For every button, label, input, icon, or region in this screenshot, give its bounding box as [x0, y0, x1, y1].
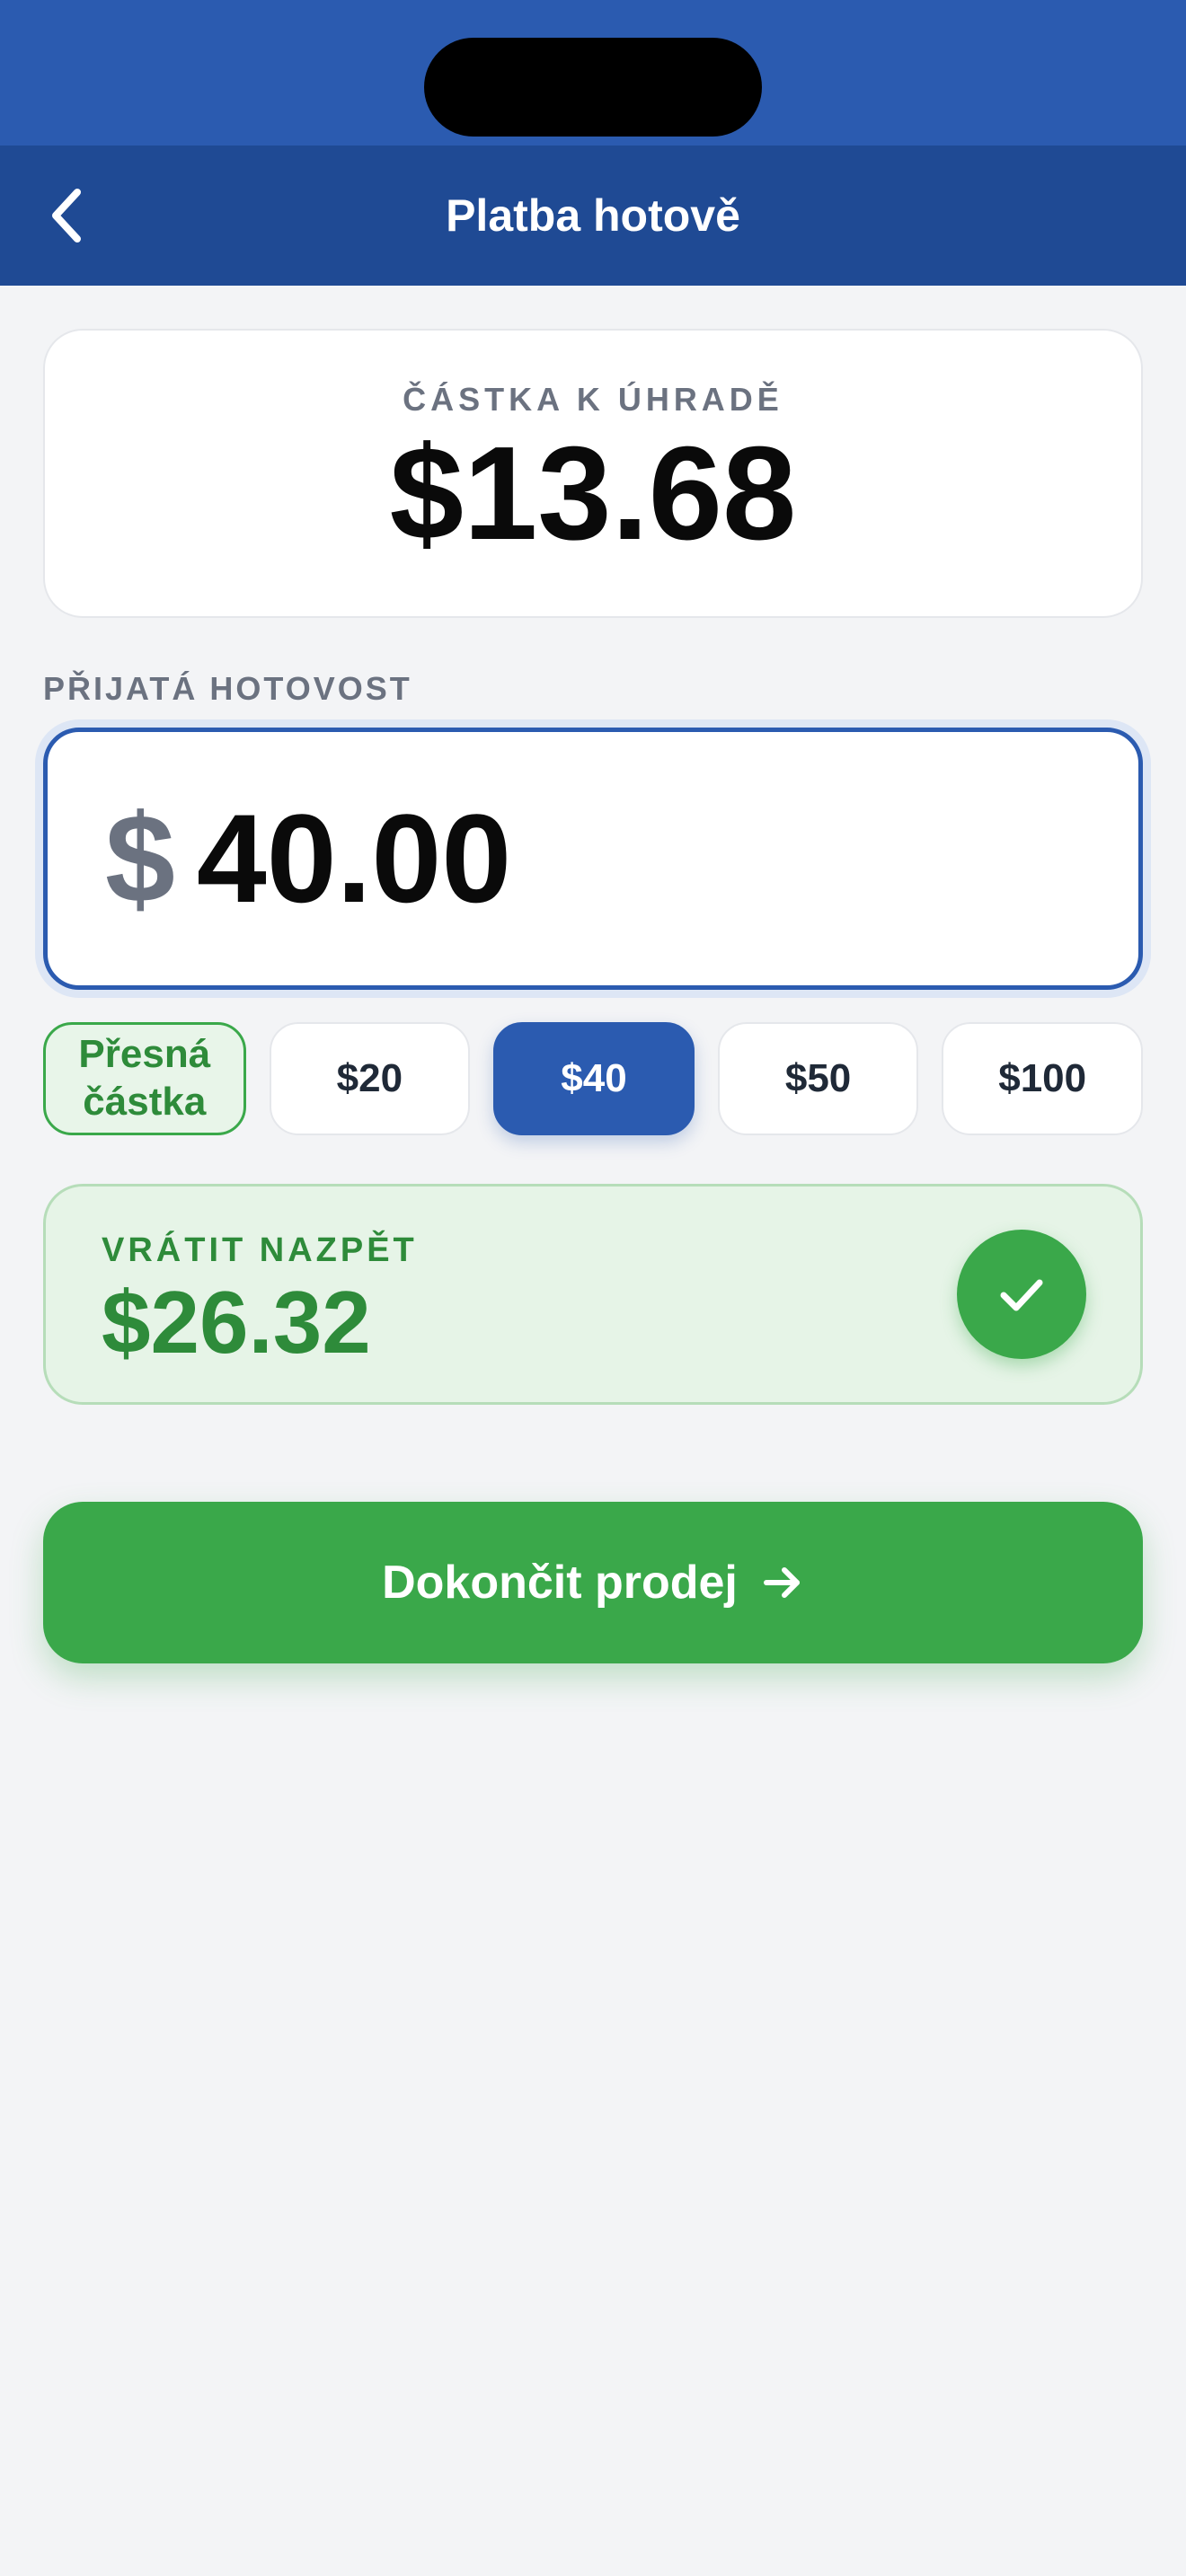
- amount-due-value: $13.68: [389, 419, 797, 568]
- complete-sale-label: Dokončit prodej: [382, 1557, 738, 1609]
- page-title: Platba hotově: [446, 190, 740, 241]
- change-due-label: VRÁTIT NAZPĚT: [102, 1231, 418, 1269]
- currency-symbol: $: [105, 788, 175, 929]
- cash-received-field[interactable]: $: [43, 728, 1143, 990]
- exact-amount-label: Přesná částka: [78, 1032, 211, 1124]
- check-badge: [957, 1230, 1086, 1359]
- status-bar: [0, 0, 1186, 146]
- quick-amount-50-button[interactable]: $50: [717, 1022, 919, 1135]
- amount-due-card: ČÁSTKA K ÚHRADĚ $13.68: [43, 329, 1143, 618]
- change-due-value: $26.32: [102, 1273, 371, 1372]
- quick-amount-20-button[interactable]: $20: [269, 1022, 471, 1135]
- nav-bar: Platba hotově: [0, 146, 1186, 286]
- cash-received-label: PŘIJATÁ HOTOVOST: [43, 670, 412, 707]
- cash-received-input[interactable]: [196, 786, 1005, 931]
- dynamic-island: [424, 38, 762, 137]
- quick-amount-100-button[interactable]: $100: [942, 1022, 1143, 1135]
- quick-amount-40-button[interactable]: $40: [493, 1022, 695, 1135]
- complete-sale-button[interactable]: Dokončit prodej: [43, 1502, 1143, 1663]
- change-due-card: VRÁTIT NAZPĚT $26.32: [43, 1184, 1143, 1405]
- exact-amount-button[interactable]: Přesná částka: [43, 1022, 246, 1135]
- amount-due-label: ČÁSTKA K ÚHRADĚ: [403, 381, 783, 418]
- check-icon: [1000, 1279, 1043, 1311]
- arrow-right-icon: [763, 1567, 800, 1598]
- quick-amount-row: Přesná částka $20 $40 $50 $100: [43, 1022, 1143, 1135]
